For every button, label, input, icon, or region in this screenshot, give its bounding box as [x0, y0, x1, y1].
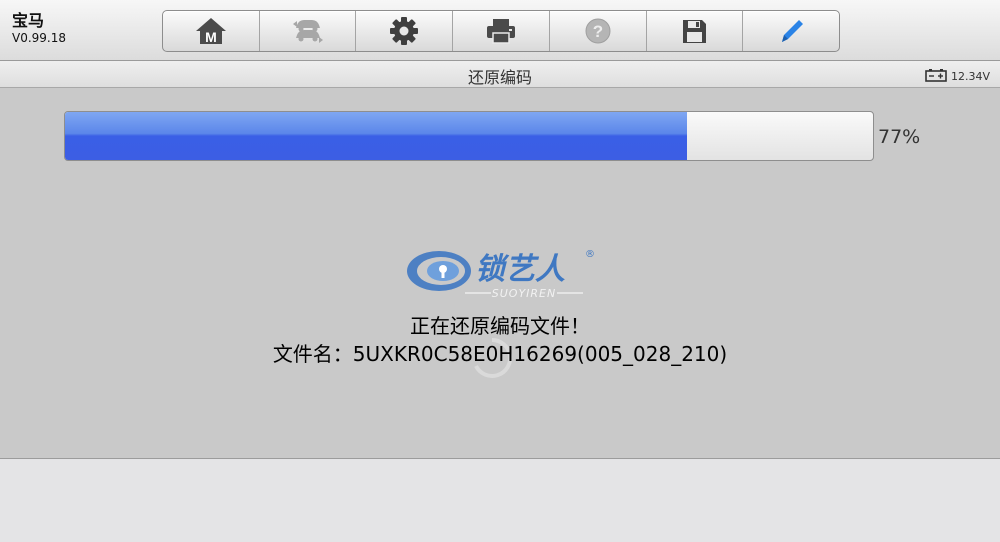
printer-icon	[484, 16, 518, 46]
app-version: V0.99.18	[12, 31, 67, 45]
svg-text:?: ?	[593, 22, 603, 41]
vehicle-swap-button[interactable]	[260, 11, 357, 51]
save-icon	[680, 17, 708, 45]
gear-icon	[388, 15, 420, 47]
help-icon: ?	[583, 16, 613, 46]
main-content: 77% 锁艺人 ® SUOYIREN 正在还原编码文件！ 文件名：5UXKR0C…	[0, 88, 1000, 458]
edit-button[interactable]	[743, 11, 839, 51]
page-title: 还原编码	[467, 68, 532, 87]
toolbar: M ?	[162, 10, 840, 52]
app-info: 宝马 V0.99.18	[12, 12, 66, 46]
file-name-line: 文件名：5UXKR0C58E0H16269(005_028_210)	[272, 342, 728, 366]
vehicle-swap-icon	[291, 16, 325, 46]
print-button[interactable]	[453, 11, 550, 51]
bottom-panel	[0, 458, 1000, 542]
title-bar: 还原编码 12.34V	[0, 61, 1000, 88]
logo-sub-text: SUOYIREN	[492, 287, 556, 300]
progress-percent: 77%	[878, 126, 921, 148]
logo-brand-text: 锁艺人	[475, 252, 565, 287]
battery-icon	[925, 67, 947, 86]
battery-voltage: 12.34V	[950, 70, 990, 83]
save-button[interactable]	[647, 11, 744, 51]
logo-registered-mark: ®	[585, 249, 595, 260]
pen-icon	[776, 16, 806, 46]
home-button[interactable]: M	[163, 11, 260, 51]
status-message: 正在还原编码文件！	[410, 314, 590, 338]
settings-button[interactable]	[356, 11, 454, 51]
svg-text:M: M	[205, 29, 217, 45]
brand-logo: 锁艺人 ® SUOYIREN	[405, 243, 605, 303]
progress-fill	[65, 112, 688, 160]
battery-status: 12.34V	[925, 67, 990, 86]
top-bar: 宝马 V0.99.18 M ?	[0, 0, 1000, 61]
home-icon: M	[194, 16, 228, 46]
app-name: 宝马	[12, 11, 45, 30]
help-button[interactable]: ?	[550, 11, 647, 51]
progress-bar	[64, 111, 874, 161]
